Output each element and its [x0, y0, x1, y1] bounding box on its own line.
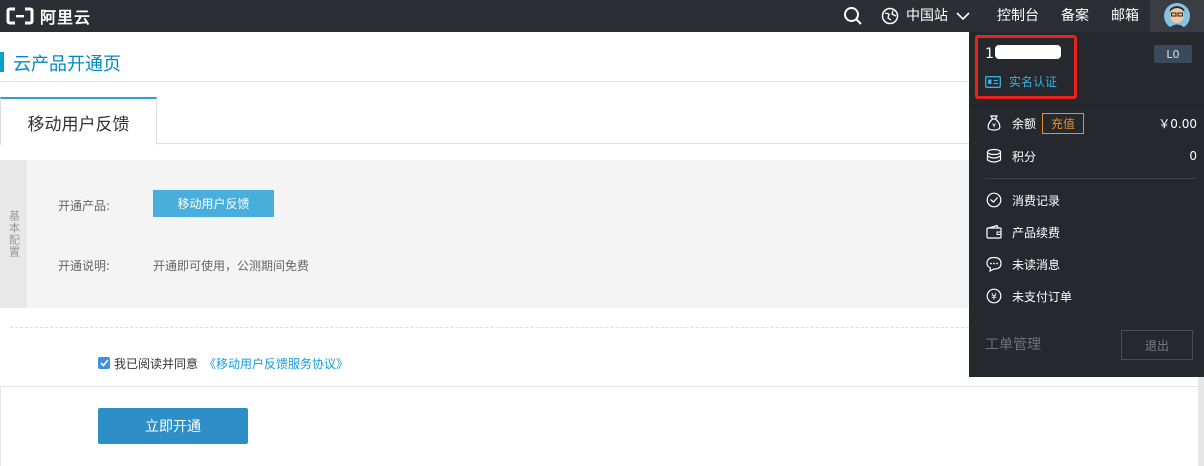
nav-mail[interactable]: 邮箱 — [1100, 0, 1150, 32]
top-navbar: 阿里云 中国站 控制台 备案 邮箱 — [0, 0, 1204, 32]
avatar — [1164, 3, 1190, 29]
highlight-box — [975, 35, 1077, 99]
balance-value: ￥0.00 — [1158, 116, 1197, 131]
page-title: 云产品开通页 — [13, 54, 121, 75]
menu-label: 未读消息 — [1012, 257, 1061, 272]
open-now-button[interactable]: 立即开通 — [98, 408, 248, 444]
ticket-management-link[interactable]: 工单管理 — [985, 334, 1041, 354]
points-value: 0 — [1189, 149, 1197, 163]
user-avatar-button[interactable] — [1150, 0, 1204, 32]
dropdown-divider — [985, 178, 1197, 179]
wallet-icon — [985, 223, 1003, 241]
agreement-link[interactable]: 《移动用户反馈服务协议》 — [204, 355, 348, 372]
svg-text:¥: ¥ — [992, 123, 996, 130]
logout-button[interactable]: 退出 — [1121, 330, 1193, 360]
recharge-button[interactable]: 充值 — [1042, 112, 1085, 134]
menu-label: 未支付订单 — [1012, 289, 1073, 304]
nav-icp-filing[interactable]: 备案 — [1050, 0, 1100, 32]
dropdown-separator — [969, 105, 1204, 106]
agreement-checkbox[interactable] — [98, 357, 110, 369]
menu-unread-messages[interactable]: 未读消息 — [985, 253, 1197, 275]
balance-label: 余额 — [1012, 116, 1037, 131]
balance-row: ¥ 余额 充值 ￥0.00 — [985, 112, 1197, 134]
search-icon[interactable] — [833, 0, 873, 32]
money-bag-icon: ¥ — [985, 114, 1003, 132]
clock-icon — [985, 191, 1003, 209]
product-button[interactable]: 移动用户反馈 — [153, 190, 274, 217]
site-selector[interactable]: 中国站 — [873, 0, 978, 32]
agreement-row: 我已阅读并同意 《移动用户反馈服务协议》 — [98, 355, 348, 371]
menu-unpaid-orders[interactable]: ¥ 未支付订单 — [985, 285, 1197, 307]
menu-product-renewal[interactable]: 产品续费 — [985, 221, 1197, 243]
config-side-label: 基本配置 — [0, 160, 27, 308]
nav-console[interactable]: 控制台 — [986, 0, 1050, 32]
config-side-text: 基本配置 — [7, 210, 21, 258]
site-label: 中国站 — [906, 8, 948, 24]
menu-spending-record[interactable]: 消费记录 — [985, 189, 1197, 211]
chevron-down-icon — [956, 12, 970, 21]
tab-mobile-feedback[interactable]: 移动用户反馈 — [0, 97, 157, 145]
description-label: 开通说明: — [58, 259, 111, 273]
title-accent-bar — [0, 52, 4, 72]
menu-label: 产品续费 — [1012, 225, 1061, 240]
points-label: 积分 — [1012, 149, 1037, 164]
points-row: 积分 0 — [985, 145, 1197, 167]
globe-icon — [881, 7, 899, 25]
check-icon — [99, 359, 109, 367]
yen-circle-icon: ¥ — [985, 287, 1003, 305]
user-level-badge[interactable]: L0 — [1154, 45, 1192, 63]
logo-text: 阿里云 — [40, 8, 92, 27]
agreement-text: 我已阅读并同意 — [114, 356, 199, 371]
menu-label: 消费记录 — [1012, 193, 1061, 208]
description-value: 开通即可使用，公测期间免费 — [153, 259, 310, 273]
coins-icon — [985, 147, 1003, 165]
chat-bubble-icon — [985, 255, 1003, 273]
aliyun-logo[interactable]: 阿里云 — [6, 5, 91, 27]
aliyun-logo-icon — [6, 7, 34, 25]
svg-text:¥: ¥ — [991, 293, 997, 303]
product-label: 开通产品: — [58, 199, 111, 213]
scrollbar[interactable] — [1198, 376, 1204, 466]
